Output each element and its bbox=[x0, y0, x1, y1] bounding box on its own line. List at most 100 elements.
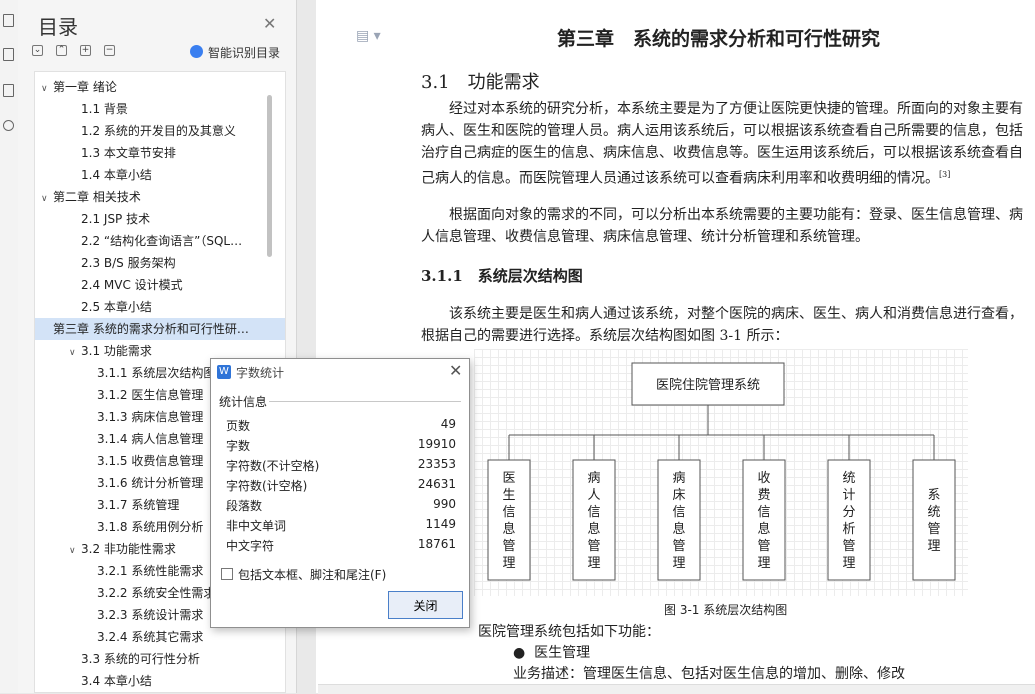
stats-row: 中文字符 18761 bbox=[226, 537, 456, 557]
toc-item-label: 3.2.3 系统设计需求 bbox=[97, 608, 204, 622]
toc-item[interactable]: 1.1 背景 bbox=[35, 98, 285, 120]
dialog-close-icon[interactable]: ✕ bbox=[449, 361, 462, 380]
stats-label: 字数 bbox=[226, 439, 251, 453]
dialog-titlebar[interactable]: W 字数统计 ✕ bbox=[211, 359, 469, 385]
toc-item[interactable]: 1.3 本文章节安排 bbox=[35, 142, 285, 164]
collapse-all-icon[interactable]: ⌄ bbox=[32, 45, 43, 56]
functions-intro: 医院管理系统包括如下功能： bbox=[478, 624, 660, 640]
toc-item-label: 第三章 系统的需求分析和可行性研… bbox=[53, 322, 249, 336]
toc-item-label: 1.3 本文章节安排 bbox=[81, 146, 176, 160]
toc-toggle-icon[interactable] bbox=[3, 14, 14, 27]
page-thumbnail-icon[interactable] bbox=[3, 84, 14, 97]
citation: [3] bbox=[939, 170, 951, 179]
stats-label: 页数 bbox=[226, 419, 251, 433]
stats-value: 23353 bbox=[417, 457, 456, 471]
stats-row: 段落数 990 bbox=[226, 497, 456, 517]
toc-item-label: 3.1.6 统计分析管理 bbox=[97, 476, 204, 490]
stats-row: 页数 49 bbox=[226, 417, 456, 437]
diagram-child-box bbox=[912, 459, 956, 581]
bullet-item: ● 医生管理 bbox=[513, 642, 590, 662]
subsection-title: 3.1.1 系统层次结构图 bbox=[421, 267, 583, 285]
toc-item-label: 3.1.3 病床信息管理 bbox=[97, 410, 204, 424]
toc-item[interactable]: 第三章 系统的需求分析和可行性研… bbox=[35, 318, 285, 340]
include-textbox-label[interactable]: 包括文本框、脚注和尾注(F) bbox=[238, 566, 386, 583]
toc-item-label: 第一章 绪论 bbox=[53, 80, 117, 94]
bullet-dot-icon: ● bbox=[513, 645, 526, 661]
toc-item-label: 3.1.7 系统管理 bbox=[97, 498, 180, 512]
chapter-title: 第三章 系统的需求分析和可行性研究 bbox=[557, 28, 881, 50]
stats-value: 990 bbox=[433, 497, 456, 511]
stats-row: 字符数(不计空格) 23353 bbox=[226, 457, 456, 477]
toc-item-label: 3.2.1 系统性能需求 bbox=[97, 564, 204, 578]
ai-recognize-toc-button[interactable]: 智能识别目录 bbox=[208, 44, 280, 61]
stats-section-label: 统计信息 bbox=[219, 395, 268, 409]
toc-item[interactable]: 2.5 本章小结 bbox=[35, 296, 285, 318]
stats-label: 字符数(计空格) bbox=[226, 479, 308, 493]
search-icon[interactable] bbox=[3, 120, 14, 131]
close-button[interactable]: 关闭 bbox=[388, 591, 463, 619]
toc-item[interactable]: ∨ 第二章 相关技术 bbox=[35, 186, 273, 208]
toc-item-label: 2.2 “结构化查询语言”（SQL… bbox=[81, 234, 243, 248]
bullet-text: 医生管理 bbox=[534, 645, 591, 661]
toc-item-label: 3.2 非功能性需求 bbox=[81, 542, 176, 556]
toc-item[interactable]: 1.4 本章小结 bbox=[35, 164, 285, 186]
toc-item-label: 2.4 MVC 设计模式 bbox=[81, 278, 183, 292]
toc-scrollbar[interactable] bbox=[267, 95, 272, 257]
chevron-down-icon[interactable]: ∨ bbox=[41, 78, 53, 98]
toc-item-label: 3.1.5 收费信息管理 bbox=[97, 454, 204, 468]
expand-all-icon[interactable]: ⌃ bbox=[56, 45, 67, 56]
toc-item-label: 3.2.2 系统安全性需求 bbox=[97, 586, 216, 600]
toc-close-icon[interactable]: ✕ bbox=[263, 14, 276, 33]
stats-row: 非中文单词 1149 bbox=[226, 517, 456, 537]
stats-label: 段落数 bbox=[226, 499, 263, 513]
stats-value: 1149 bbox=[425, 517, 456, 531]
stats-label: 中文字符 bbox=[226, 539, 275, 553]
toc-title: 目录 bbox=[38, 15, 78, 39]
toc-item-label: 3.3 系统的可行性分析 bbox=[81, 652, 200, 666]
business-description: 业务描述：管理医生信息、包括对医生信息的增加、删除、修改 bbox=[513, 666, 905, 682]
stats-value: 49 bbox=[440, 417, 456, 431]
section-title: 3.1 功能需求 bbox=[421, 72, 540, 93]
chevron-down-icon[interactable]: ∨ bbox=[69, 540, 81, 560]
toc-item-label: 1.4 本章小结 bbox=[81, 168, 152, 182]
stats-value: 24631 bbox=[417, 477, 456, 491]
toc-item[interactable]: 2.4 MVC 设计模式 bbox=[35, 274, 285, 296]
hierarchy-diagram-svg: 医院住院管理系统医生信息管理病人信息管理病床信息管理收费信息管理统计分析管理系统… bbox=[487, 362, 956, 581]
body-paragraph-2: 根据面向对象的需求的不同，可以分析出本系统需要的主要功能有：登录、医生信息管理、… bbox=[421, 207, 1023, 245]
body-paragraph-1: 经过对本系统的研究分析，本系统主要是为了方便让医院更快捷的管理。所面向的对象主要… bbox=[421, 101, 1023, 187]
toc-item-label: 3.1.1 系统层次结构图 bbox=[97, 366, 216, 380]
toc-item-label: 1.2 系统的开发目的及其意义 bbox=[81, 124, 236, 138]
toc-item-label: 3.1 功能需求 bbox=[81, 344, 152, 358]
toc-item-label: 3.4 本章小结 bbox=[81, 674, 152, 688]
toc-item[interactable]: 2.1 JSP 技术 bbox=[35, 208, 285, 230]
toc-item[interactable]: ∨ 第一章 绪论 bbox=[35, 76, 273, 98]
left-toolbar-strip bbox=[0, 0, 19, 693]
remove-heading-icon[interactable]: − bbox=[104, 45, 115, 56]
body-paragraph-3: 该系统主要是医生和病人通过该系统，对整个医院的病床、医生、病人和消费信息进行查看… bbox=[421, 306, 1023, 344]
stats-row: 字符数(计空格) 24631 bbox=[226, 477, 456, 497]
toc-item-label: 3.1.2 医生信息管理 bbox=[97, 388, 204, 402]
chevron-down-icon[interactable]: ∨ bbox=[69, 342, 81, 362]
toc-item-label: 第二章 相关技术 bbox=[53, 190, 141, 204]
toc-item[interactable]: 3.3 系统的可行性分析 bbox=[35, 648, 285, 670]
toc-item[interactable]: 1.2 系统的开发目的及其意义 bbox=[35, 120, 285, 142]
toc-item[interactable]: 2.3 B/S 服务架构 bbox=[35, 252, 285, 274]
include-textbox-checkbox[interactable] bbox=[221, 568, 233, 580]
toc-item-label: 3.2.4 系统其它需求 bbox=[97, 630, 204, 644]
stats-row: 字数 19910 bbox=[226, 437, 456, 457]
toc-item[interactable]: 3.2.4 系统其它需求 bbox=[35, 626, 285, 648]
toc-item-label: 3.1.4 病人信息管理 bbox=[97, 432, 204, 446]
toc-item-label: 2.5 本章小结 bbox=[81, 300, 152, 314]
bookmark-icon[interactable] bbox=[3, 48, 14, 61]
toc-item[interactable]: 3.4 本章小结 bbox=[35, 670, 285, 692]
page-view-icon[interactable]: ▤ ▾ bbox=[356, 28, 381, 44]
stats-value: 18761 bbox=[417, 537, 456, 551]
figure-caption: 图 3-1 系统层次结构图 bbox=[664, 603, 788, 617]
add-heading-icon[interactable]: + bbox=[80, 45, 91, 56]
chevron-down-icon[interactable]: ∨ bbox=[41, 188, 53, 208]
toc-item[interactable]: 2.2 “结构化查询语言”（SQL… bbox=[35, 230, 285, 252]
toc-item-label: 2.3 B/S 服务架构 bbox=[81, 256, 176, 270]
toc-item-label: 1.1 背景 bbox=[81, 102, 128, 116]
word-count-dialog: W 字数统计 ✕ 统计信息 页数 49 字数 19910 字符数(不计空格) 23353 字… bbox=[210, 358, 470, 628]
ai-recognize-icon[interactable] bbox=[190, 45, 203, 58]
